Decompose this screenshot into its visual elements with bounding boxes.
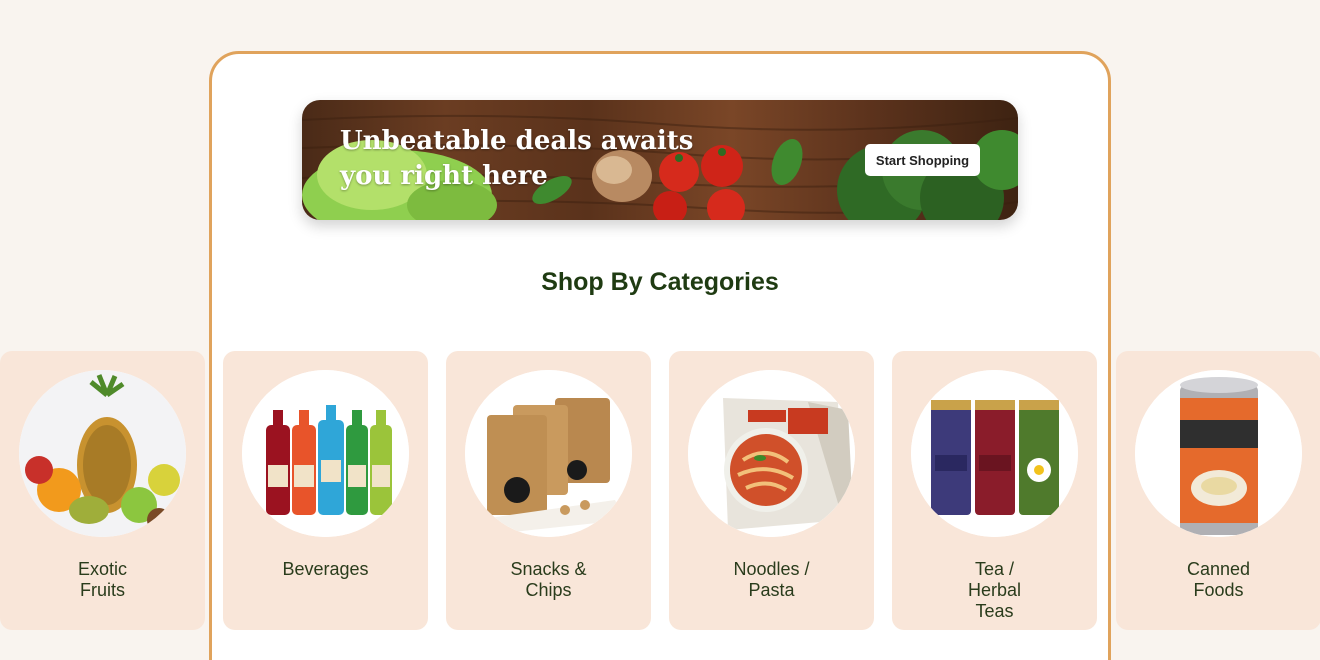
category-label: Exotic Fruits	[77, 559, 128, 600]
promo-banner[interactable]: Unbeatable deals awaits you right here S…	[302, 100, 1018, 220]
banner-headline: Unbeatable deals awaits you right here	[340, 126, 694, 191]
category-card-canned-foods[interactable]: Canned Foods	[1116, 351, 1320, 630]
bottles-image	[242, 370, 409, 537]
category-label: Canned Foods	[1186, 559, 1251, 600]
category-label: Noodles / Pasta	[733, 559, 810, 600]
section-title: Shop By Categories	[541, 268, 779, 296]
pasta-box-image	[688, 370, 855, 537]
tea-jars-image	[911, 370, 1078, 537]
tin-can-image	[1135, 370, 1302, 537]
start-shopping-button[interactable]: Start Shopping	[865, 144, 980, 176]
category-label: Beverages	[282, 559, 369, 579]
category-card-exotic-fruits[interactable]: Exotic Fruits	[0, 351, 205, 630]
category-card-noodles-pasta[interactable]: Noodles / Pasta	[669, 351, 874, 630]
category-label: Snacks & Chips	[510, 559, 587, 600]
category-card-beverages[interactable]: Beverages	[223, 351, 428, 630]
snack-bags-image	[465, 370, 632, 537]
page: Unbeatable deals awaits you right here S…	[0, 0, 1320, 660]
fruits-image	[19, 370, 186, 537]
category-label: Tea / Herbal Teas	[967, 559, 1022, 621]
category-card-snacks-chips[interactable]: Snacks & Chips	[446, 351, 651, 630]
category-card-tea-herbal-teas[interactable]: Tea / Herbal Teas	[892, 351, 1097, 630]
